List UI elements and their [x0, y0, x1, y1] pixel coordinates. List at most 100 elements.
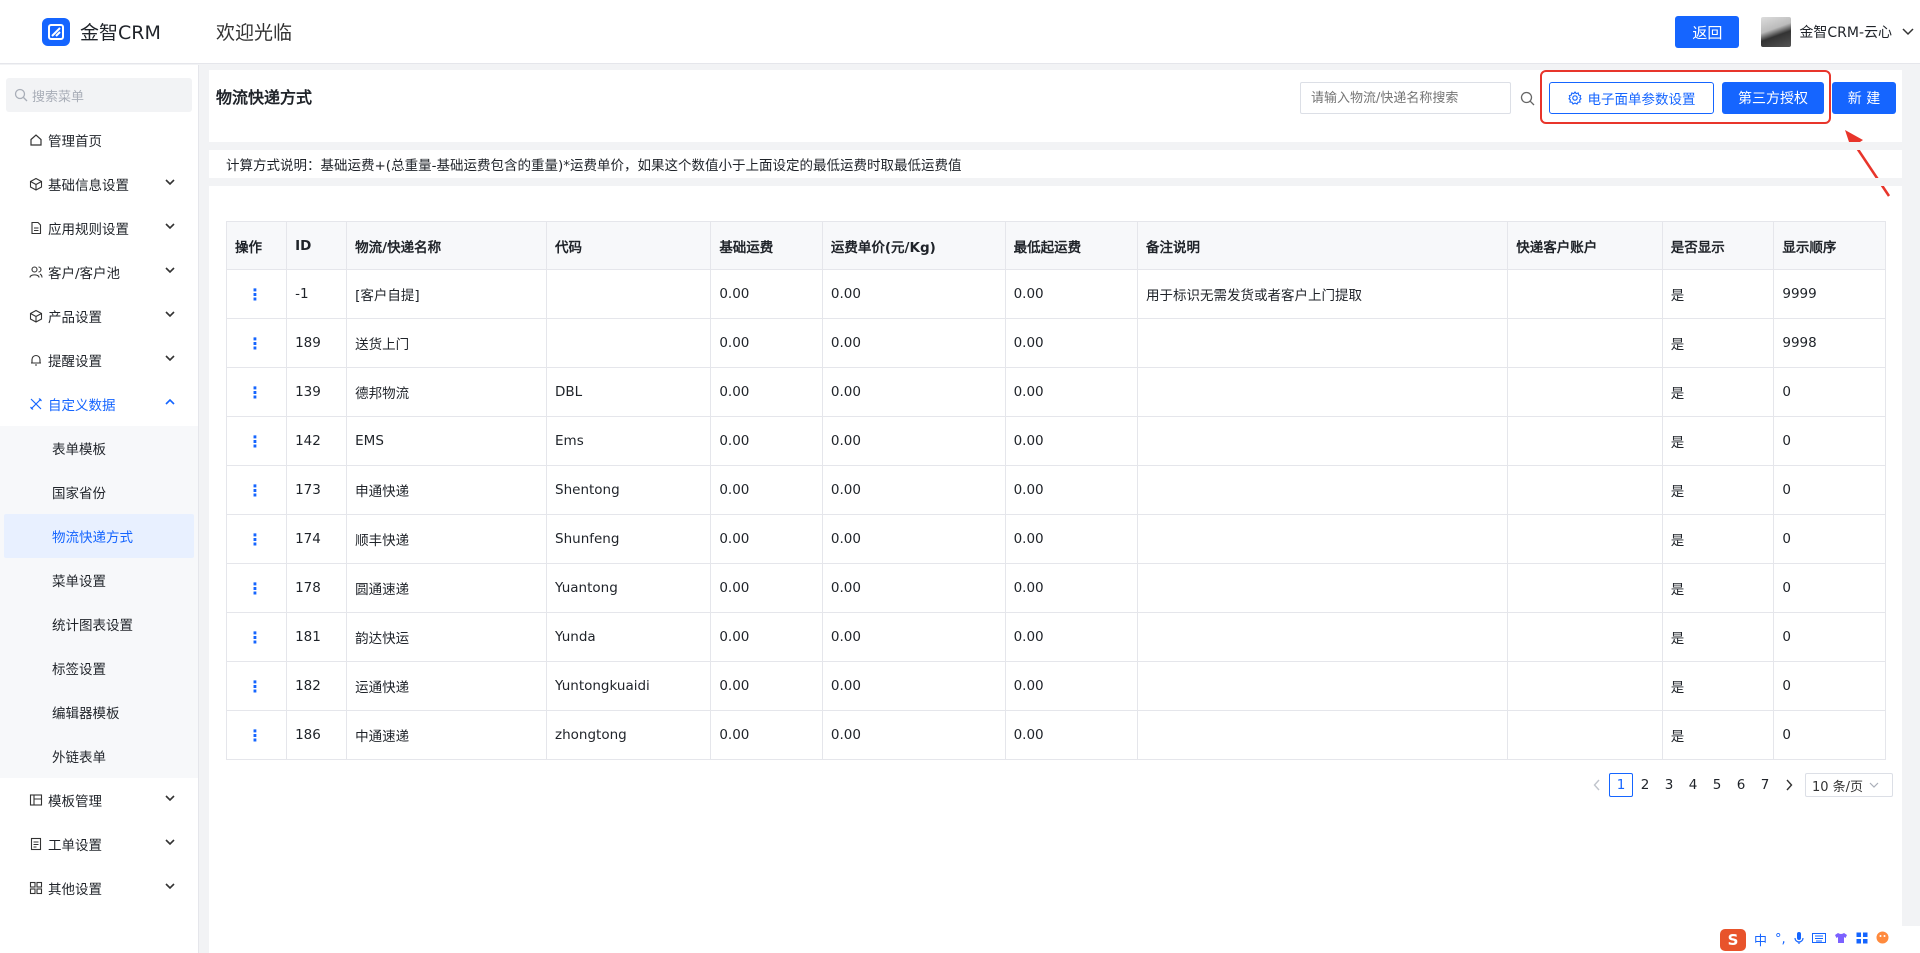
emoji-icon[interactable] — [1876, 931, 1889, 948]
sidebar-item-app-rules[interactable]: 应用规则设置 — [0, 206, 198, 250]
table-header-row: 操作 ID 物流/快递名称 代码 基础运费 运费单价(元/Kg) 最低起运费 备… — [225, 221, 1886, 270]
chevron-down-icon — [165, 883, 175, 890]
col-header-account[interactable]: 快递客户账户 — [1507, 221, 1663, 270]
sidebar-item-products[interactable]: 产品设置 — [0, 294, 198, 338]
more-actions-icon[interactable]: ⋮ — [235, 726, 263, 745]
punctuation-icon[interactable]: °, — [1775, 932, 1786, 947]
cell-visible: 是 — [1661, 416, 1774, 466]
chevron-down-icon[interactable] — [1902, 25, 1914, 40]
back-button[interactable]: 返回 — [1675, 16, 1740, 48]
menu-search-input[interactable]: 搜索菜单 — [6, 78, 192, 112]
sidebar-subitem-editor-template[interactable]: 编辑器模板 — [0, 690, 198, 734]
sidebar-subitem-tag-settings[interactable]: 标签设置 — [0, 646, 198, 690]
cell-code: Yuntongkuaidi — [546, 661, 711, 711]
sidebar-subitem-form-template[interactable]: 表单模板 — [0, 426, 198, 470]
chevron-down-icon — [165, 795, 175, 802]
cell-action[interactable]: ⋮ — [225, 416, 287, 466]
logistics-table: 操作 ID 物流/快递名称 代码 基础运费 运费单价(元/Kg) 最低起运费 备… — [225, 221, 1886, 760]
document-icon — [28, 220, 44, 236]
cell-action[interactable]: ⋮ — [225, 269, 287, 319]
col-header-visible[interactable]: 是否显示 — [1661, 221, 1774, 270]
sidebar-item-home[interactable]: 管理首页 — [0, 118, 198, 162]
new-button[interactable]: 新 建 — [1832, 82, 1896, 114]
logistics-search-input[interactable] — [1300, 82, 1511, 114]
sidebar-subitem-menu-settings[interactable]: 菜单设置 — [0, 558, 198, 602]
page-2[interactable]: 2 — [1633, 773, 1657, 797]
avatar[interactable] — [1761, 17, 1792, 47]
cell-min-fee: 0.00 — [1004, 318, 1138, 368]
col-header-order[interactable]: 显示顺序 — [1773, 221, 1886, 270]
table-row: ⋮ 139 德邦物流 DBL 0.00 0.00 0.00 是 0 — [225, 367, 1886, 417]
keyboard-icon[interactable] — [1811, 932, 1826, 947]
col-header-name[interactable]: 物流/快递名称 — [346, 221, 547, 270]
col-header-action: 操作 — [225, 221, 287, 270]
col-header-remark[interactable]: 备注说明 — [1136, 221, 1508, 270]
cell-base-fee: 0.00 — [710, 563, 823, 613]
skin-icon[interactable] — [1834, 932, 1848, 948]
cell-order: 9998 — [1773, 318, 1886, 368]
col-header-unit-price[interactable]: 运费单价(元/Kg) — [821, 221, 1006, 270]
toolbox-icon[interactable] — [1856, 932, 1868, 948]
cell-action[interactable]: ⋮ — [225, 612, 287, 662]
sidebar-item-custom-data[interactable]: 自定义数据 — [0, 382, 198, 426]
more-actions-icon[interactable]: ⋮ — [235, 432, 263, 451]
cube-icon — [28, 176, 44, 192]
cell-min-fee: 0.00 — [1004, 465, 1138, 515]
sidebar-subitem-country-province[interactable]: 国家省份 — [0, 470, 198, 514]
cell-account — [1507, 612, 1663, 662]
page-5[interactable]: 5 — [1705, 773, 1729, 797]
cell-unit-price: 0.00 — [821, 416, 1006, 466]
col-header-base-fee[interactable]: 基础运费 — [710, 221, 823, 270]
sidebar-item-other-settings[interactable]: 其他设置 — [0, 866, 198, 910]
cell-id: 139 — [286, 367, 347, 417]
more-actions-icon[interactable]: ⋮ — [235, 383, 263, 402]
sidebar-item-template-mgmt[interactable]: 模板管理 — [0, 778, 198, 822]
ime-logo-icon[interactable]: S — [1720, 928, 1746, 951]
user-name[interactable]: 金智CRM-云心 — [1799, 22, 1892, 42]
eform-settings-button[interactable]: 电子面单参数设置 — [1549, 82, 1714, 114]
page-1[interactable]: 1 — [1609, 773, 1633, 797]
more-actions-icon[interactable]: ⋮ — [235, 579, 263, 598]
more-actions-icon[interactable]: ⋮ — [235, 481, 263, 500]
sidebar-item-ticket-settings[interactable]: 工单设置 — [0, 822, 198, 866]
col-header-min-fee[interactable]: 最低起运费 — [1004, 221, 1138, 270]
app-logo[interactable]: 金智CRM — [0, 17, 200, 46]
cell-base-fee: 0.00 — [710, 318, 823, 368]
cell-action[interactable]: ⋮ — [225, 661, 287, 711]
sidebar-subitem-logistics[interactable]: 物流快递方式 — [4, 514, 194, 558]
sidebar-item-label: 应用规则设置 — [48, 222, 129, 238]
cell-action[interactable]: ⋮ — [225, 514, 287, 564]
more-actions-icon[interactable]: ⋮ — [235, 628, 263, 647]
next-page-icon[interactable] — [1777, 773, 1801, 797]
third-party-auth-button[interactable]: 第三方授权 — [1722, 82, 1824, 114]
page-4[interactable]: 4 — [1681, 773, 1705, 797]
cell-action[interactable]: ⋮ — [225, 367, 287, 417]
ime-mode[interactable]: 中 — [1754, 930, 1767, 949]
sidebar-subitem-chart-settings[interactable]: 统计图表设置 — [0, 602, 198, 646]
cell-action[interactable]: ⋮ — [225, 710, 287, 760]
sidebar-item-reminders[interactable]: 提醒设置 — [0, 338, 198, 382]
sidebar-item-customers[interactable]: 客户/客户池 — [0, 250, 198, 294]
more-actions-icon[interactable]: ⋮ — [235, 677, 263, 696]
col-header-code[interactable]: 代码 — [546, 221, 711, 270]
col-header-id[interactable]: ID — [286, 221, 347, 270]
sidebar-item-basic-info[interactable]: 基础信息设置 — [0, 162, 198, 206]
page-3[interactable]: 3 — [1657, 773, 1681, 797]
page-6[interactable]: 6 — [1729, 773, 1753, 797]
cell-action[interactable]: ⋮ — [225, 318, 287, 368]
cell-min-fee: 0.00 — [1004, 612, 1138, 662]
more-actions-icon[interactable]: ⋮ — [235, 334, 263, 353]
sidebar-item-label: 基础信息设置 — [48, 178, 129, 194]
prev-page-icon[interactable] — [1585, 773, 1609, 797]
cell-action[interactable]: ⋮ — [225, 563, 287, 613]
cell-remark — [1136, 612, 1508, 662]
cell-action[interactable]: ⋮ — [225, 465, 287, 515]
page-7[interactable]: 7 — [1753, 773, 1777, 797]
sidebar-subitem-external-form[interactable]: 外链表单 — [0, 734, 198, 778]
more-actions-icon[interactable]: ⋮ — [235, 530, 263, 549]
search-button[interactable] — [1511, 82, 1543, 114]
microphone-icon[interactable] — [1794, 931, 1804, 949]
cell-remark — [1136, 661, 1508, 711]
page-size-select[interactable]: 10 条/页 — [1805, 773, 1893, 797]
more-actions-icon[interactable]: ⋮ — [235, 285, 263, 304]
